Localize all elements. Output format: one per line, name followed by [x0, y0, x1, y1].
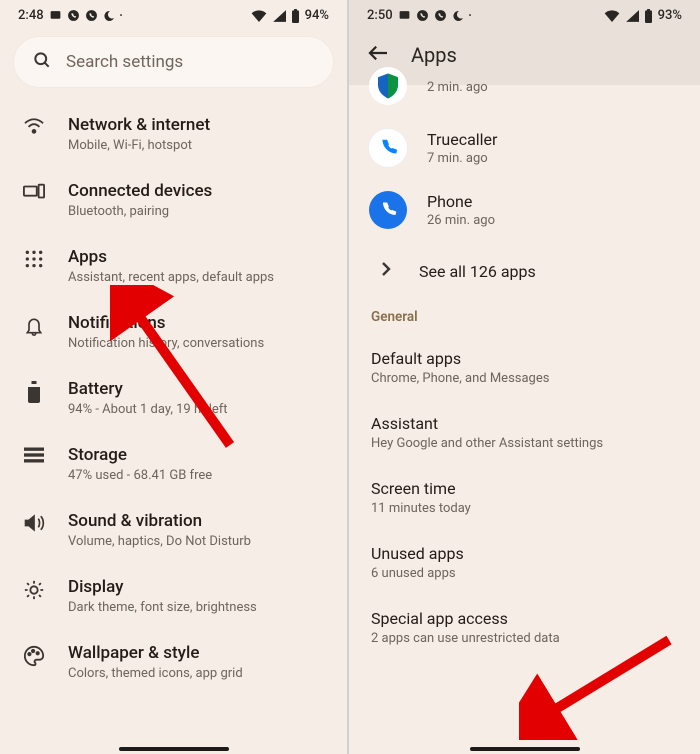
settings-screen-left: 2:48 • 94% Search settings Network & int… — [0, 0, 349, 754]
search-icon — [32, 50, 52, 74]
see-all-apps[interactable]: See all 126 apps — [349, 241, 700, 303]
brightness-icon — [20, 577, 48, 601]
general-unused-apps[interactable]: Unused apps 6 unused apps — [349, 532, 700, 597]
general-default-apps[interactable]: Default apps Chrome, Phone, and Messages — [349, 337, 700, 402]
dnd-moon-icon — [103, 10, 115, 22]
clock: 2:48 — [18, 8, 44, 23]
settings-row-sound[interactable]: Sound & vibrationVolume, haptics, Do Not… — [6, 497, 341, 563]
call-icon — [416, 9, 429, 22]
bell-icon — [20, 313, 48, 337]
settings-row-notifications[interactable]: NotificationsNotification history, conve… — [6, 299, 341, 365]
general-screen-time[interactable]: Screen time 11 minutes today — [349, 467, 700, 532]
call-icon — [67, 9, 80, 22]
wifi-icon — [20, 115, 48, 135]
palette-icon — [20, 643, 48, 667]
status-bar: 2:50 • 93% — [349, 0, 700, 29]
recent-app-row-truecaller[interactable]: Truecaller7 min. ago — [349, 117, 700, 179]
call-icon-2 — [85, 9, 98, 22]
sound-icon — [20, 511, 48, 533]
settings-row-connected[interactable]: Connected devicesBluetooth, pairing — [6, 167, 341, 233]
apps-grid-icon — [20, 247, 48, 269]
recent-app-row[interactable]: 2 min. ago — [349, 67, 700, 117]
app-icon-phone — [369, 191, 407, 229]
settings-row-display[interactable]: DisplayDark theme, font size, brightness — [6, 563, 341, 629]
devices-icon — [20, 181, 48, 201]
search-settings[interactable]: Search settings — [14, 37, 333, 87]
back-button[interactable] — [367, 44, 389, 66]
chevron-right-icon — [381, 261, 391, 281]
signal-icon — [625, 10, 639, 22]
settings-row-storage[interactable]: Storage47% used - 68.41 GB free — [6, 431, 341, 497]
settings-row-wallpaper[interactable]: Wallpaper & styleColors, themed icons, a… — [6, 629, 341, 695]
search-placeholder: Search settings — [66, 52, 183, 72]
battery-pct: 94% — [305, 8, 329, 23]
recent-app-row-phone[interactable]: Phone26 min. ago — [349, 179, 700, 241]
signal-icon — [272, 10, 286, 22]
nav-handle[interactable] — [119, 747, 229, 751]
apps-screen-right: 2:50 • 93% Apps — [349, 0, 700, 754]
settings-row-battery[interactable]: Battery94% - About 1 day, 19 hr left — [6, 365, 341, 431]
general-assistant[interactable]: Assistant Hey Google and other Assistant… — [349, 402, 700, 467]
message-icon — [398, 9, 411, 22]
battery-icon — [644, 9, 653, 23]
battery-pct: 93% — [658, 8, 682, 23]
clock: 2:50 — [367, 8, 393, 23]
settings-list: Network & internetMobile, Wi-Fi, hotspot… — [0, 101, 347, 695]
general-special-app-access[interactable]: Special app access 2 apps can use unrest… — [349, 597, 700, 662]
dnd-moon-icon — [452, 10, 464, 22]
wifi-icon — [251, 10, 267, 22]
settings-row-apps[interactable]: AppsAssistant, recent apps, default apps — [6, 233, 341, 299]
battery-icon — [291, 9, 300, 23]
settings-row-network[interactable]: Network & internetMobile, Wi-Fi, hotspot — [6, 101, 341, 167]
battery-icon — [20, 379, 48, 403]
section-general: General — [349, 303, 700, 337]
wifi-icon — [604, 10, 620, 22]
status-bar: 2:48 • 94% — [0, 0, 347, 29]
dot-icon: • — [120, 11, 123, 20]
storage-icon — [20, 445, 48, 463]
app-icon-shield — [369, 67, 407, 105]
app-icon-truecaller — [369, 129, 407, 167]
message-icon — [49, 9, 62, 22]
dot-icon: • — [469, 11, 472, 20]
nav-handle[interactable] — [470, 747, 580, 751]
page-title: Apps — [411, 43, 457, 67]
call-icon-2 — [434, 9, 447, 22]
